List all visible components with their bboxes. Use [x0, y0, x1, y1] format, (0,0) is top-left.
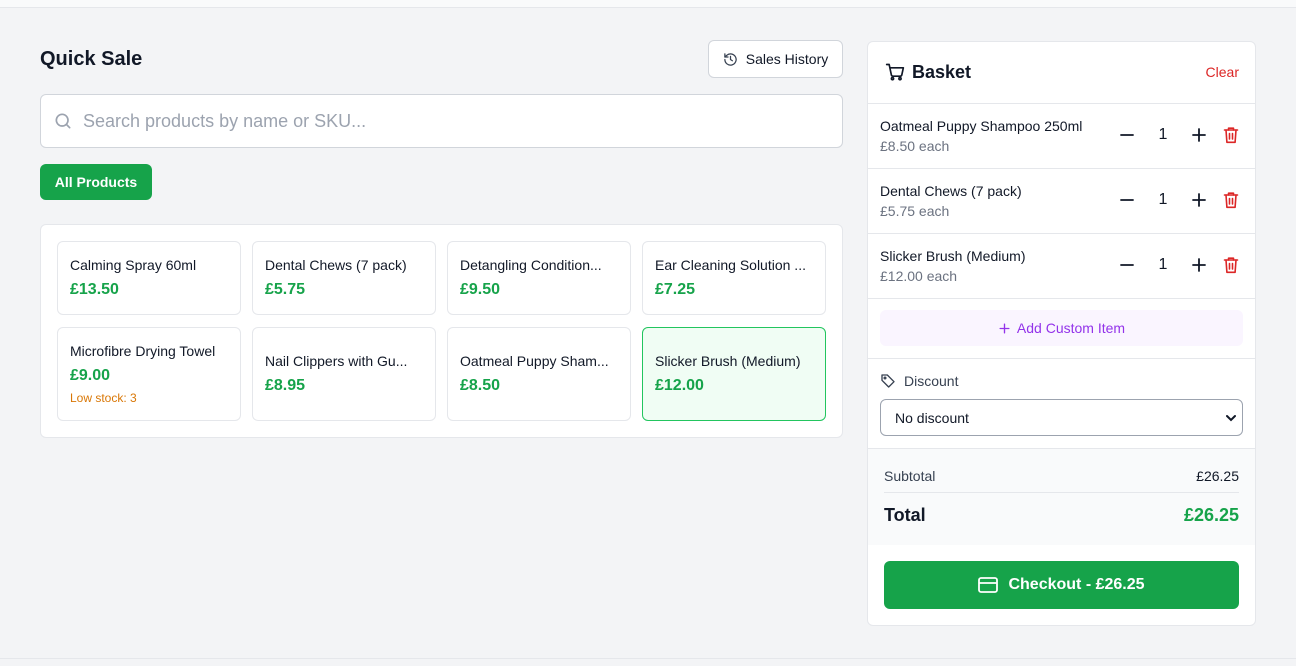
plus-icon[interactable]	[1190, 256, 1208, 274]
product-card[interactable]: Nail Clippers with Gu... £8.95	[252, 327, 436, 421]
product-name: Calming Spray 60ml	[70, 257, 197, 273]
search-icon	[55, 113, 71, 129]
product-card[interactable]: Calming Spray 60ml £13.50	[57, 241, 241, 315]
tag-icon	[881, 374, 895, 388]
subtotal-value: £26.25	[1196, 468, 1239, 484]
product-price: £12.00	[655, 377, 704, 394]
basket-item-qty: 1	[1158, 126, 1168, 143]
basket-panel: Basket Clear Oatmeal Puppy Shampoo 250ml…	[867, 41, 1256, 626]
product-name: Detangling Condition...	[460, 257, 602, 273]
discount-label: Discount	[880, 373, 958, 389]
product-card[interactable]: Ear Cleaning Solution ... £7.25	[642, 241, 826, 315]
minus-icon[interactable]	[1118, 256, 1136, 274]
product-grid: Calming Spray 60ml £13.50 Dental Chews (7 …	[40, 224, 843, 438]
checkout-button[interactable]: Checkout - £26.25	[884, 561, 1239, 609]
discount-select[interactable]: No discount	[880, 399, 1243, 436]
low-stock-badge: Low stock: 3	[70, 391, 137, 405]
product-card[interactable]: Oatmeal Puppy Sham... £8.50	[447, 327, 631, 421]
sales-history-button[interactable]: Sales History	[708, 40, 843, 78]
history-icon	[724, 52, 737, 66]
minus-icon[interactable]	[1118, 191, 1136, 209]
credit-card-icon	[978, 577, 999, 593]
plus-icon	[999, 322, 1010, 334]
product-price: £8.50	[460, 377, 501, 394]
product-card[interactable]: Microfibre Drying Towel £9.00 Low stock: 3	[57, 327, 241, 421]
product-price: £9.00	[70, 367, 111, 384]
checkout-label: Checkout - £26.25	[1008, 576, 1145, 593]
discount-label-text: Discount	[904, 373, 959, 389]
trash-icon[interactable]	[1223, 126, 1239, 144]
basket-item-name: Slicker Brush (Medium)	[880, 248, 1026, 264]
basket-item-unit-price: £8.50 each	[880, 138, 950, 154]
product-price: £13.50	[70, 281, 119, 298]
basket-header: Basket Clear	[868, 42, 1255, 104]
product-price: £9.50	[460, 281, 501, 298]
search-box	[40, 94, 843, 148]
product-name: Slicker Brush (Medium)	[655, 353, 801, 369]
totals-divider	[884, 492, 1239, 493]
basket-item-unit-price: £5.75 each	[880, 203, 950, 219]
page-title: Quick Sale	[40, 48, 143, 70]
product-name: Dental Chews (7 pack)	[265, 257, 407, 273]
basket-title: Basket	[912, 62, 972, 82]
basket-line-item: Oatmeal Puppy Shampoo 250ml £8.50 each 1	[868, 104, 1255, 169]
trash-icon[interactable]	[1223, 191, 1239, 209]
top-bar	[0, 0, 1296, 8]
custom-item-section: Add Custom Item	[868, 298, 1255, 359]
add-custom-item-button[interactable]: Add Custom Item	[880, 310, 1243, 346]
cart-icon	[885, 63, 905, 81]
product-price: £5.75	[265, 281, 306, 298]
total-value: £26.25	[1183, 505, 1239, 525]
basket-line-item: Slicker Brush (Medium) £12.00 each 1	[868, 234, 1255, 299]
basket-item-name: Oatmeal Puppy Shampoo 250ml	[880, 118, 1083, 134]
discount-select-value: No discount	[895, 409, 969, 426]
product-card[interactable]: Detangling Condition... £9.50	[447, 241, 631, 315]
total-label: Total	[884, 505, 926, 525]
product-name: Microfibre Drying Towel	[70, 343, 216, 359]
plus-icon[interactable]	[1190, 126, 1208, 144]
trash-icon[interactable]	[1223, 256, 1239, 274]
product-name: Ear Cleaning Solution ...	[655, 257, 806, 273]
product-card[interactable]: Dental Chews (7 pack) £5.75	[252, 241, 436, 315]
product-price: £7.25	[655, 281, 696, 298]
subtotal-label: Subtotal	[884, 468, 936, 484]
plus-icon[interactable]	[1190, 191, 1208, 209]
search-input[interactable]	[83, 110, 842, 132]
basket-line-item: Dental Chews (7 pack) £5.75 each 1	[868, 169, 1255, 234]
product-price: £8.95	[265, 377, 306, 394]
clear-basket-button[interactable]: Clear	[1206, 64, 1239, 80]
add-custom-item-label: Add Custom Item	[1016, 320, 1126, 336]
discount-section: Discount No discount	[868, 359, 1255, 449]
basket-item-qty: 1	[1158, 191, 1168, 208]
product-card[interactable]: Slicker Brush (Medium) £12.00	[642, 327, 826, 421]
totals-section: Subtotal £26.25 Total £26.25	[868, 449, 1255, 545]
basket-item-qty: 1	[1158, 256, 1168, 273]
sales-history-label: Sales History	[745, 51, 829, 67]
minus-icon[interactable]	[1118, 126, 1136, 144]
filter-all-products[interactable]: All Products	[40, 164, 152, 200]
product-name: Oatmeal Puppy Sham...	[460, 353, 609, 369]
bottom-bar	[0, 658, 1296, 666]
product-name: Nail Clippers with Gu...	[265, 353, 408, 369]
chevron-down-icon	[1226, 415, 1236, 422]
basket-item-name: Dental Chews (7 pack)	[880, 183, 1022, 199]
basket-item-unit-price: £12.00 each	[880, 268, 958, 284]
